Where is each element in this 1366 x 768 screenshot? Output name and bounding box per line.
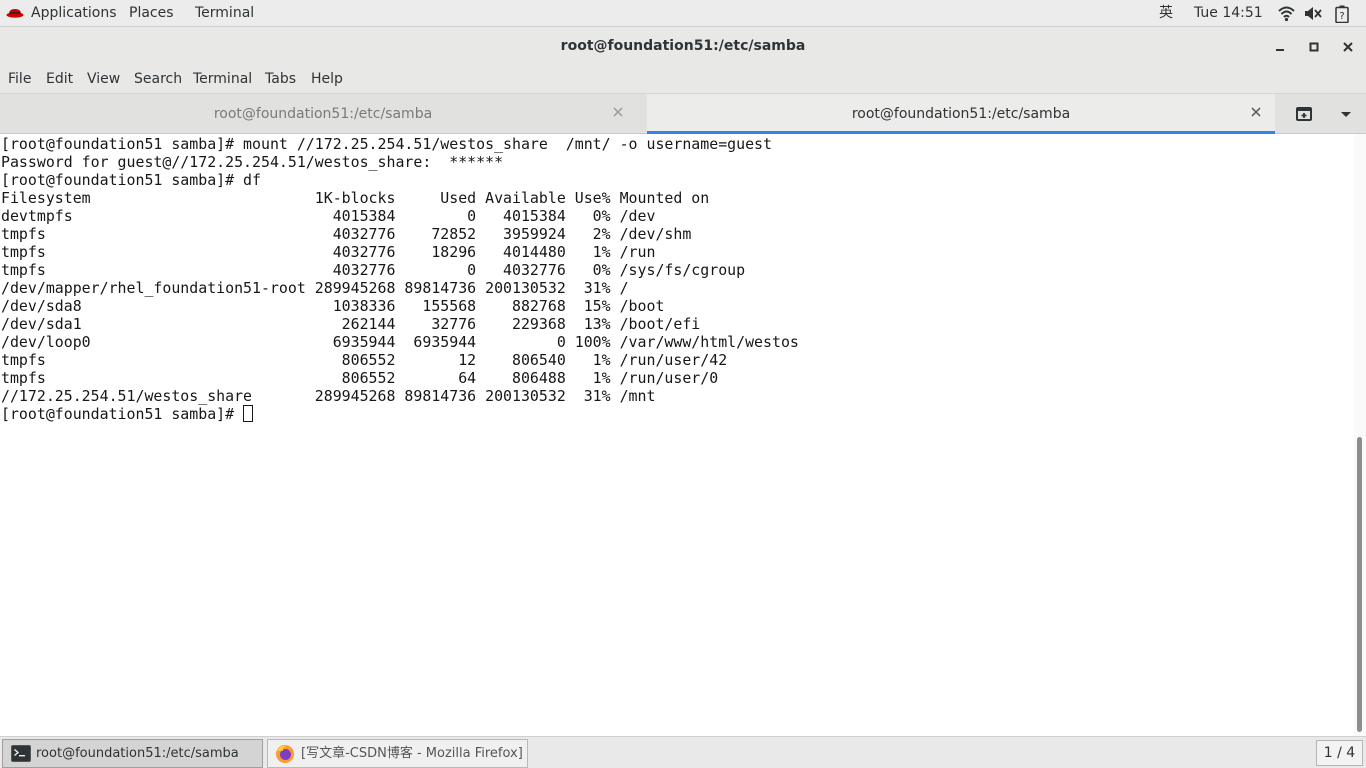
top-panel: Applications Places Terminal 英 Tue 14:51…: [0, 0, 1366, 27]
menu-help[interactable]: Help: [311, 70, 343, 88]
terminal-scrollbar[interactable]: [1354, 134, 1366, 736]
workspace-indicator[interactable]: 1 / 4: [1316, 740, 1363, 766]
tab-2-close-icon[interactable]: [1249, 105, 1263, 119]
close-window-button[interactable]: [1338, 37, 1358, 57]
terminal-line: /dev/mapper/rhel_foundation51-root 28994…: [1, 279, 629, 297]
terminal-output[interactable]: [root@foundation51 samba]# mount //172.2…: [0, 134, 1354, 736]
menu-file[interactable]: File: [8, 70, 31, 88]
taskbar-item-firefox[interactable]: [写文章-CSDN博客 - Mozilla Firefox]: [267, 739, 528, 768]
taskbar-item-label: [写文章-CSDN博客 - Mozilla Firefox]: [301, 746, 523, 761]
window-titlebar[interactable]: root@foundation51:/etc/samba: [0, 27, 1366, 65]
chevron-down-icon[interactable]: [1336, 104, 1356, 124]
tab-1-label: root@foundation51:/etc/samba: [213, 106, 433, 122]
terminal-line: devtmpfs 4015384 0 4015384 0% /dev: [1, 207, 656, 225]
terminal-line: tmpfs 4032776 72852 3959924 2% /dev/shm: [1, 225, 692, 243]
terminal-prompt-line[interactable]: [root@foundation51 samba]#: [1, 405, 1354, 423]
applications-menu[interactable]: Applications: [31, 4, 117, 22]
terminal-line: tmpfs 4032776 0 4032776 0% /sys/fs/cgrou…: [1, 261, 746, 279]
places-menu[interactable]: Places: [129, 4, 174, 22]
terminal-line: /dev/loop0 6935944 6935944 0 100% /var/w…: [1, 333, 799, 351]
window-list-panel: root@foundation51:/etc/samba [写文章-CSDN博客…: [0, 736, 1366, 768]
terminal-line: /dev/sda8 1038336 155568 882768 15% /boo…: [1, 297, 665, 315]
terminal-line: tmpfs 806552 64 806488 1% /run/user/0: [1, 369, 719, 387]
tab-2-label: root@foundation51:/etc/samba: [851, 106, 1071, 122]
window-title: root@foundation51:/etc/samba: [560, 38, 806, 54]
terminal-icon: [11, 745, 31, 766]
menu-tabs[interactable]: Tabs: [265, 70, 296, 88]
menu-edit[interactable]: Edit: [46, 70, 73, 88]
menu-terminal[interactable]: Terminal: [193, 70, 252, 88]
svg-text:?: ?: [1339, 11, 1344, 22]
input-method-indicator[interactable]: 英: [1159, 4, 1173, 22]
terminal-line: /dev/sda1 262144 32776 229368 13% /boot/…: [1, 315, 701, 333]
terminal-line: [root@foundation51 samba]# df: [1, 171, 261, 189]
terminal-app-menu[interactable]: Terminal: [195, 4, 254, 22]
terminal-line: //172.25.254.51/westos_share 289945268 8…: [1, 387, 656, 405]
terminal-line: [root@foundation51 samba]# mount //172.2…: [1, 135, 772, 153]
terminal-line: tmpfs 4032776 18296 4014480 1% /run: [1, 243, 656, 261]
redhat-logo-icon[interactable]: [6, 5, 24, 26]
text-cursor: [243, 405, 254, 422]
taskbar-item-label: root@foundation51:/etc/samba: [36, 746, 239, 761]
wifi-icon[interactable]: [1278, 5, 1295, 22]
terminal-line: Password for guest@//172.25.254.51/westo…: [1, 153, 504, 171]
tab-1-close-icon[interactable]: [611, 105, 625, 119]
menubar: File Edit View Search Terminal Tabs Help: [0, 65, 1366, 94]
tab-1[interactable]: root@foundation51:/etc/samba: [0, 94, 646, 134]
volume-muted-icon[interactable]: [1304, 5, 1322, 22]
terminal-line: tmpfs 806552 12 806540 1% /run/user/42: [1, 351, 728, 369]
minimize-button[interactable]: [1270, 37, 1290, 57]
tab-bar: root@foundation51:/etc/samba root@founda…: [0, 94, 1366, 134]
taskbar-item-terminal[interactable]: root@foundation51:/etc/samba: [2, 739, 263, 768]
maximize-button[interactable]: [1304, 37, 1324, 57]
new-tab-icon[interactable]: [1294, 104, 1316, 124]
clock[interactable]: Tue 14:51: [1194, 4, 1263, 22]
firefox-icon: [275, 744, 295, 768]
terminal-line: Filesystem 1K-blocks Used Available Use%…: [1, 189, 710, 207]
terminal-prompt: [root@foundation51 samba]#: [1, 405, 244, 423]
battery-unknown-icon[interactable]: ?: [1335, 5, 1352, 24]
menu-view[interactable]: View: [87, 70, 120, 88]
tab-2[interactable]: root@foundation51:/etc/samba: [647, 94, 1275, 134]
menu-search[interactable]: Search: [134, 70, 182, 88]
scrollbar-thumb[interactable]: [1357, 437, 1362, 732]
